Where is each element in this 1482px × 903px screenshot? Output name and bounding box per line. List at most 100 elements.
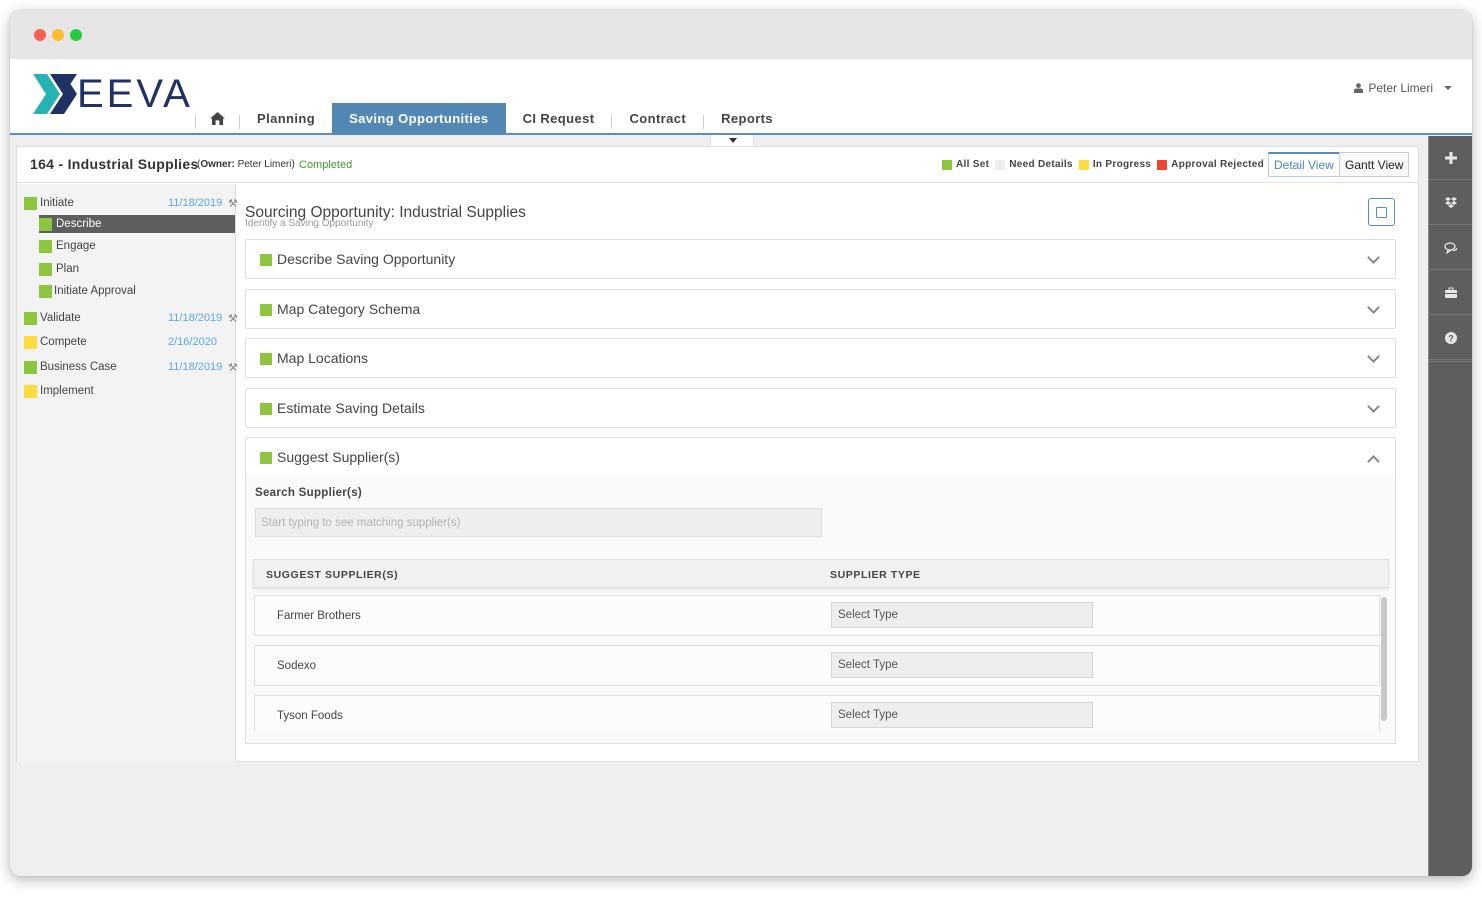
- help-button[interactable]: ?: [1429, 316, 1472, 360]
- legend-label: Need Details: [1009, 159, 1073, 170]
- gavel-icon[interactable]: ⚒: [228, 312, 238, 325]
- sidebar-substep-plan[interactable]: Plan: [39, 260, 79, 278]
- xeeva-logo[interactable]: EEVA: [33, 74, 190, 114]
- status-indicator: [39, 217, 52, 231]
- minimize-window-button[interactable]: [52, 29, 64, 41]
- content-area: 164 - Industrial Supplies (Owner: Peter …: [16, 146, 1419, 762]
- gavel-icon[interactable]: ⚒: [228, 197, 238, 210]
- owner-label: Owner:: [200, 159, 235, 170]
- step-date: 11/18/2019: [168, 361, 223, 373]
- panel-title: Describe Saving Opportunity: [277, 251, 456, 267]
- comments-button[interactable]: [1429, 226, 1472, 270]
- chevron-down-icon[interactable]: [1367, 301, 1380, 314]
- user-menu[interactable]: Peter Limeri: [1354, 81, 1452, 95]
- sidebar-substep-initiate-approval[interactable]: Initiate Approval: [39, 282, 136, 300]
- table-scrollbar[interactable]: [1381, 597, 1387, 721]
- legend-label: All Set: [956, 159, 990, 170]
- nav-home[interactable]: [196, 103, 239, 133]
- supplier-name: Farmer Brothers: [277, 610, 361, 622]
- legend-item-need-details: Need Details: [995, 159, 1073, 170]
- step-date: 11/18/2019: [168, 197, 223, 209]
- nav-ci-request[interactable]: CI Request: [506, 103, 612, 133]
- svg-text:?: ?: [1448, 333, 1454, 343]
- step-label: Compete: [40, 336, 87, 348]
- panel-estimate-saving-details[interactable]: Estimate Saving Details: [245, 388, 1396, 428]
- status-indicator: [24, 196, 37, 210]
- suppliers-table-header: SUGGEST SUPPLIER(S) SUPPLIER TYPE: [253, 559, 1389, 588]
- sidebar-step-initiate[interactable]: Initiate 11/18/2019 ⚒: [24, 194, 242, 212]
- supplier-type-select[interactable]: Select Type: [831, 652, 1093, 678]
- status-indicator: [260, 403, 272, 415]
- app-window: EEVA Planning Saving Opportunities CI Re…: [10, 10, 1472, 876]
- supplier-type-select[interactable]: Select Type: [831, 702, 1093, 728]
- rail-divider: [1429, 361, 1472, 362]
- nav-label: CI Request: [522, 110, 595, 126]
- sidebar-step-validate[interactable]: Validate 11/18/2019 ⚒: [24, 309, 242, 327]
- nav-planning[interactable]: Planning: [240, 103, 332, 133]
- panel-map-category-schema[interactable]: Map Category Schema: [245, 289, 1396, 329]
- search-suppliers-label: Search Supplier(s): [255, 487, 363, 499]
- sidebar-step-implement[interactable]: Implement: [24, 382, 242, 400]
- gantt-view-button[interactable]: Gantt View: [1339, 152, 1410, 177]
- panel-describe-saving-opportunity[interactable]: Describe Saving Opportunity: [245, 239, 1396, 279]
- maximize-window-button[interactable]: [70, 29, 82, 41]
- project-bar: 164 - Industrial Supplies (Owner: Peter …: [17, 147, 1418, 183]
- chevron-down-icon[interactable]: [1367, 350, 1380, 363]
- dropbox-button[interactable]: [1429, 181, 1472, 225]
- panel-map-locations[interactable]: Map Locations: [245, 338, 1396, 378]
- add-button[interactable]: [1429, 136, 1472, 180]
- panel-title: Map Locations: [277, 350, 369, 366]
- substep-label: Engage: [56, 240, 96, 252]
- owner-name: Peter Limeri: [237, 159, 292, 170]
- legend-item-in-progress: In Progress: [1078, 159, 1151, 170]
- gavel-icon[interactable]: ⚒: [228, 361, 238, 374]
- briefcase-button[interactable]: [1429, 271, 1472, 315]
- nav-saving-opportunities[interactable]: Saving Opportunities: [332, 103, 506, 133]
- step-label: Validate: [40, 312, 81, 324]
- status-indicator: [260, 353, 272, 365]
- step-date: 11/18/2019: [168, 312, 223, 324]
- step-date: 2/16/2020: [168, 336, 217, 348]
- nav-reports[interactable]: Reports: [704, 103, 790, 133]
- supplier-name: Sodexo: [277, 660, 317, 672]
- step-label: Initiate: [40, 197, 74, 209]
- status-indicator: [260, 452, 272, 464]
- main-nav: Planning Saving Opportunities CI Request…: [195, 103, 790, 133]
- user-icon: [1354, 83, 1364, 93]
- home-icon: [210, 111, 225, 125]
- chevron-down-icon[interactable]: [1367, 251, 1380, 264]
- sidebar-substep-engage[interactable]: Engage: [39, 237, 96, 255]
- dropbox-icon: [1445, 196, 1457, 208]
- status-indicator: [24, 360, 37, 374]
- supplier-type-select[interactable]: Select Type: [831, 602, 1093, 628]
- close-window-button[interactable]: [34, 29, 46, 41]
- sidebar-substep-describe[interactable]: Describe: [39, 215, 235, 233]
- detail-view-button[interactable]: Detail View: [1268, 152, 1340, 177]
- caret-down-icon: [729, 138, 737, 143]
- step-label: Implement: [40, 385, 94, 397]
- stage-sidebar: Initiate 11/18/2019 ⚒ Describe Engage Pl…: [17, 184, 238, 762]
- panel-title: Suggest Supplier(s): [277, 449, 400, 465]
- app-header: EEVA Planning Saving Opportunities CI Re…: [10, 59, 1472, 135]
- panel-title: Estimate Saving Details: [277, 400, 425, 416]
- search-suppliers-input[interactable]: [255, 508, 822, 537]
- status-indicator: [24, 384, 37, 398]
- panel-suggest-suppliers[interactable]: Suggest Supplier(s): [245, 437, 1396, 477]
- suggest-suppliers-body: Search Supplier(s) SUGGEST SUPPLIER(S) S…: [245, 476, 1396, 744]
- user-name: Peter Limeri: [1368, 81, 1433, 95]
- nav-label: Saving Opportunities: [349, 110, 489, 126]
- legend-item-all-set: All Set: [942, 159, 989, 170]
- status-indicator: [24, 335, 37, 349]
- main-panel: Sourcing Opportunity: Industrial Supplie…: [245, 184, 1396, 762]
- substep-label: Initiate Approval: [54, 285, 136, 297]
- nav-contract[interactable]: Contract: [612, 103, 703, 133]
- notes-button[interactable]: [1368, 198, 1395, 226]
- status-indicator: [24, 311, 37, 325]
- legend-label: Approval Rejected: [1171, 159, 1265, 170]
- status-indicator: [39, 262, 52, 276]
- help-icon: ?: [1445, 331, 1457, 344]
- chevron-down-icon[interactable]: [1367, 400, 1380, 413]
- chevron-up-icon[interactable]: [1367, 455, 1380, 468]
- sidebar-step-business-case[interactable]: Business Case 11/18/2019 ⚒: [24, 358, 242, 376]
- sidebar-step-compete[interactable]: Compete 2/16/2020: [24, 333, 242, 351]
